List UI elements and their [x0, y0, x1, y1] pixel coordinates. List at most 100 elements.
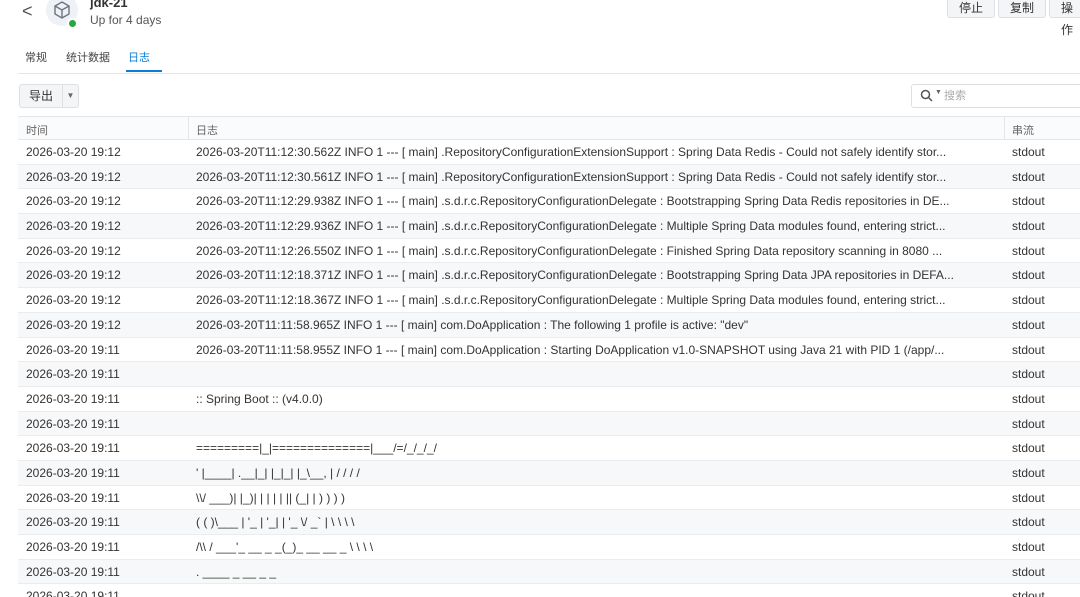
log-time-cell: 2026-03-20 19:11 — [26, 465, 120, 480]
table-row[interactable]: 2026-03-20 19:11 . ____ _ __ _ _ stdout — [18, 559, 1080, 585]
log-message-cell: =========|_|==============|___/=/_/_/_/ — [196, 441, 437, 456]
log-time-cell: 2026-03-20 19:12 — [26, 268, 121, 283]
log-table: 时间 日志 串流 2026-03-20 19:12 2026-03-20T11:1… — [18, 116, 1080, 597]
log-message-cell: 2026-03-20T11:11:58.965Z INFO 1 --- [ ma… — [196, 317, 749, 332]
table-row[interactable]: 2026-03-20 19:11 ( ( )\___ | '_ | '_| | '… — [18, 510, 1080, 535]
table-row[interactable]: 2026-03-20 19:12 2026-03-20T11:12:30.561Z… — [18, 164, 1080, 190]
table-row[interactable]: 2026-03-20 19:11 stdout — [18, 362, 1080, 387]
log-stream-cell: stdout — [1012, 441, 1045, 456]
table-row[interactable]: 2026-03-20 19:12 2026-03-20T11:12:18.367Z… — [18, 288, 1080, 313]
caret-down-icon[interactable]: ▼ — [62, 85, 78, 107]
log-message-cell: \\/ ___)| |_)| | | | | || (_| | ) ) ) ) — [196, 490, 345, 505]
column-header-time[interactable]: 时间 — [26, 122, 48, 138]
log-message-cell: 2026-03-20T11:12:29.938Z INFO 1 --- [ ma… — [196, 194, 950, 209]
log-message-cell: 2026-03-20T11:12:26.550Z INFO 1 --- [ ma… — [196, 243, 943, 258]
log-message-cell: . ____ _ __ _ _ — [196, 564, 277, 579]
log-time-cell: 2026-03-20 19:12 — [26, 194, 121, 209]
table-row[interactable]: 2026-03-20 19:11 =========|_|============… — [18, 436, 1080, 461]
log-stream-cell: stdout — [1012, 169, 1045, 184]
log-message-cell: ' |____| .__|_| |_|_| |_\__, | / / / / — [196, 465, 360, 480]
copy-button[interactable]: 复制 — [998, 0, 1047, 18]
log-stream-cell: stdout — [1012, 342, 1045, 357]
log-stream-cell: stdout — [1012, 145, 1045, 159]
log-time-cell: 2026-03-20 19:11 — [26, 540, 120, 554]
log-stream-cell: stdout — [1012, 194, 1045, 209]
log-time-cell: 2026-03-20 19:12 — [26, 243, 121, 258]
table-row[interactable]: 2026-03-20 19:12 2026-03-20T11:11:58.965Z… — [18, 312, 1080, 338]
log-time-cell: 2026-03-20 19:11 — [26, 441, 120, 456]
log-time-cell: 2026-03-20 19:12 — [26, 317, 121, 332]
stop-button[interactable]: 停止 — [947, 0, 996, 18]
log-message-cell: :: Spring Boot :: (v4.0.0) — [196, 391, 323, 406]
log-stream-cell: stdout — [1012, 268, 1045, 283]
log-stream-cell: stdout — [1012, 243, 1045, 258]
search-input[interactable] — [944, 88, 1080, 104]
table-row[interactable]: 2026-03-20 19:12 2026-03-20T11:12:26.550Z… — [18, 238, 1080, 264]
log-time-cell: 2026-03-20 19:11 — [26, 515, 120, 530]
search-box[interactable]: ▼ — [911, 84, 1080, 108]
column-divider — [1004, 117, 1005, 140]
log-message-cell: 2026-03-20T11:12:30.561Z INFO 1 --- [ ma… — [196, 169, 947, 184]
log-time-cell: 2026-03-20 19:12 — [26, 219, 121, 234]
table-row[interactable]: 2026-03-20 19:11 \\/ ___)| |_)| | | | | |… — [18, 485, 1080, 511]
log-stream-cell: stdout — [1012, 540, 1045, 554]
tab-general[interactable]: 常规 — [25, 49, 47, 65]
table-row[interactable]: 2026-03-20 19:11 2026-03-20T11:11:58.955Z… — [18, 337, 1080, 363]
log-time-cell: 2026-03-20 19:12 — [26, 293, 121, 308]
column-header-log[interactable]: 日志 — [196, 122, 218, 138]
container-name: jdk-21 — [90, 0, 128, 10]
log-stream-cell: stdout — [1012, 219, 1045, 234]
log-table-header: 时间 日志 串流 — [18, 116, 1080, 140]
log-stream-cell: stdout — [1012, 564, 1045, 579]
log-message-cell: 2026-03-20T11:12:30.562Z INFO 1 --- [ ma… — [196, 145, 947, 159]
log-time-cell: 2026-03-20 19:11 — [26, 416, 120, 431]
log-time-cell: 2026-03-20 19:11 — [26, 564, 120, 579]
table-row[interactable]: 2026-03-20 19:12 2026-03-20T11:12:30.562Z… — [18, 140, 1080, 165]
search-options-caret-icon[interactable]: ▼ — [935, 89, 942, 96]
table-row[interactable]: 2026-03-20 19:11:: Spring Boot :: (v4.0.… — [18, 386, 1080, 412]
actions-button[interactable]: 操作 — [1049, 0, 1080, 37]
log-time-cell: 2026-03-20 19:12 — [26, 169, 121, 184]
log-time-cell: 2026-03-20 19:11 — [26, 589, 120, 597]
tab-statistics[interactable]: 统计数据 — [66, 49, 110, 65]
container-uptime: Up for 4 days — [90, 13, 162, 27]
log-time-cell: 2026-03-20 19:11 — [26, 342, 120, 357]
log-stream-cell: stdout — [1012, 589, 1045, 597]
log-time-cell: 2026-03-20 19:11 — [26, 490, 120, 505]
search-icon[interactable] — [920, 89, 933, 102]
active-tab-indicator — [126, 70, 162, 72]
log-time-cell: 2026-03-20 19:11 — [26, 367, 120, 382]
log-time-cell: 2026-03-20 19:11 — [26, 391, 120, 406]
log-time-cell: 2026-03-20 19:12 — [26, 145, 121, 159]
log-stream-cell: stdout — [1012, 515, 1045, 530]
column-header-stream[interactable]: 串流 — [1012, 122, 1034, 138]
log-stream-cell: stdout — [1012, 293, 1045, 308]
table-row[interactable]: 2026-03-20 19:11 ' |____| .__|_| |_|_| |_… — [18, 460, 1080, 486]
table-row[interactable]: 2026-03-20 19:11 stdout — [18, 411, 1080, 437]
log-stream-cell: stdout — [1012, 367, 1045, 382]
log-stream-cell: stdout — [1012, 391, 1045, 406]
table-row[interactable]: 2026-03-20 19:12 2026-03-20T11:12:18.371Z… — [18, 263, 1080, 289]
table-row[interactable]: 2026-03-20 19:12 2026-03-20T11:12:29.936Z… — [18, 214, 1080, 239]
running-status-dot — [67, 18, 78, 29]
log-stream-cell: stdout — [1012, 490, 1045, 505]
export-dropdown[interactable]: 导出 ▼ — [19, 84, 79, 108]
log-message-cell: 2026-03-20T11:12:18.367Z INFO 1 --- [ ma… — [196, 293, 946, 308]
log-stream-cell: stdout — [1012, 317, 1045, 332]
log-message-cell: ( ( )\___ | '_ | '_| | '_ \/ _` | \ \ \ … — [196, 515, 355, 530]
tab-logs[interactable]: 日志 — [128, 49, 150, 65]
table-row[interactable]: 2026-03-20 19:12 2026-03-20T11:12:29.938Z… — [18, 189, 1080, 215]
log-table-body: 2026-03-20 19:12 2026-03-20T11:12:30.562Z… — [18, 140, 1080, 597]
column-divider — [188, 117, 189, 140]
export-button[interactable]: 导出 — [20, 85, 62, 107]
log-stream-cell: stdout — [1012, 416, 1045, 431]
container-header: < jdk-21 Up for 4 days 停止 复制 操作 — [0, 0, 1080, 40]
log-message-cell: /\\ / ___'_ __ _ _(_)_ __ __ _ \ \ \ \ — [196, 540, 374, 554]
log-stream-cell: stdout — [1012, 465, 1045, 480]
table-row[interactable]: 2026-03-20 19:11 stdout — [18, 584, 1080, 597]
back-icon[interactable]: < — [22, 0, 33, 22]
table-row[interactable]: 2026-03-20 19:11 /\\ / ___'_ __ _ _(_)_ _… — [18, 535, 1080, 560]
log-message-cell: 2026-03-20T11:12:29.936Z INFO 1 --- [ ma… — [196, 219, 946, 234]
tab-bar: 常规 统计数据 日志 — [18, 46, 1080, 74]
log-message-cell: 2026-03-20T11:11:58.955Z INFO 1 --- [ ma… — [196, 342, 945, 357]
